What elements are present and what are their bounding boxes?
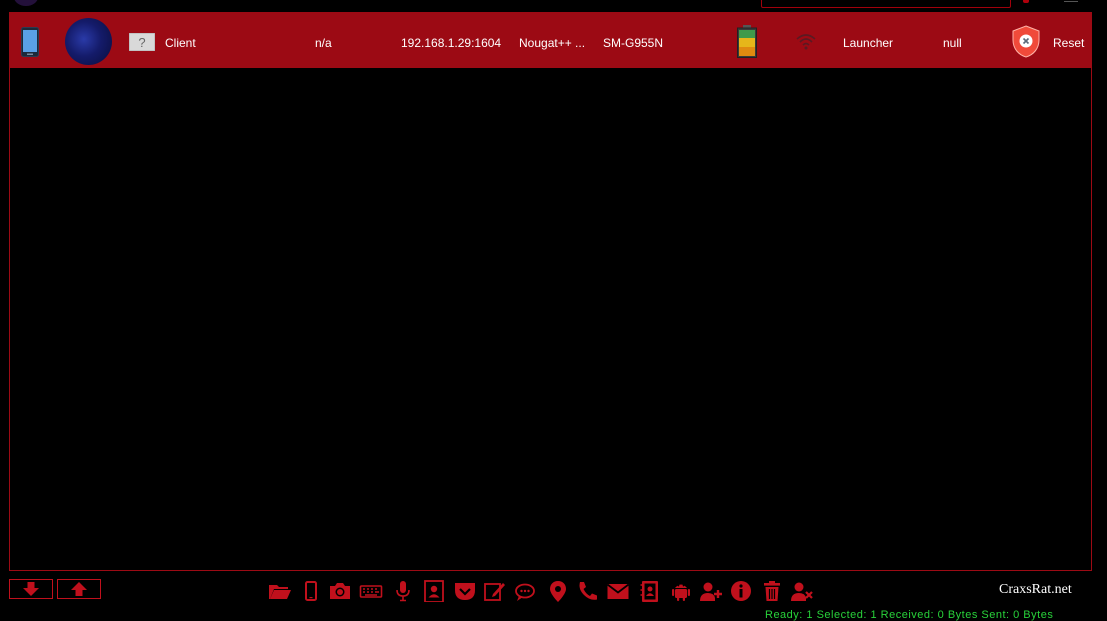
- client-current-app: Launcher: [843, 36, 894, 50]
- phone-call-icon[interactable]: [576, 580, 600, 602]
- battery-icon: [737, 25, 757, 58]
- brand-label[interactable]: CraxsRat.net: [999, 582, 1072, 598]
- microphone-icon[interactable]: [391, 580, 415, 602]
- client-country: n/a: [315, 36, 332, 50]
- edit-note-icon[interactable]: [483, 580, 507, 602]
- remove-user-icon[interactable]: [790, 580, 814, 602]
- mobile-phone-icon[interactable]: [299, 580, 323, 602]
- chat-bubbles-icon[interactable]: [514, 580, 538, 602]
- arrow-down-icon: [23, 582, 39, 596]
- status-bar: Ready: 1 Selected: 1 Received: 0 Bytes S…: [765, 609, 1054, 621]
- add-user-icon[interactable]: [699, 580, 723, 602]
- arrow-up-icon: [71, 582, 87, 596]
- client-android-version: Nougat++ ...: [519, 36, 586, 50]
- client-model: SM-G955N: [603, 36, 664, 50]
- scroll-down-button[interactable]: [9, 579, 53, 599]
- scroll-up-button[interactable]: [57, 579, 101, 599]
- pocket-icon[interactable]: [453, 580, 477, 602]
- unknown-flag-icon: ?: [129, 33, 155, 51]
- contact-card-icon[interactable]: [422, 580, 446, 602]
- client-action-reset[interactable]: Reset: [1053, 13, 1084, 68]
- phone-icon: [21, 27, 39, 57]
- info-icon[interactable]: [729, 580, 753, 602]
- camera-icon[interactable]: [328, 580, 352, 602]
- svg-text:?: ?: [138, 35, 145, 50]
- minimize-line-fragment: [1064, 1, 1078, 2]
- top-strip: [0, 0, 1107, 10]
- top-indicator: [1023, 0, 1029, 3]
- envelope-icon[interactable]: [606, 580, 630, 602]
- app-logo-fragment: [14, 0, 38, 6]
- trash-icon[interactable]: [760, 580, 784, 602]
- bottom-toolbar: CraxsRat.net Ready: 1 Selected: 1 Receiv…: [0, 574, 1107, 621]
- location-pin-icon[interactable]: [546, 580, 570, 602]
- client-name: Client: [165, 36, 196, 50]
- client-row[interactable]: ? Client n/a 192.168.1.29:1604 Nougat++ …: [10, 13, 1091, 68]
- wallpaper-thumbnail: [65, 18, 112, 65]
- wifi-signal-icon: [796, 34, 816, 50]
- client-list-panel: ? Client n/a 192.168.1.29:1604 Nougat++ …: [9, 12, 1092, 571]
- client-extra: null: [943, 36, 962, 50]
- search-box-fragment[interactable]: [761, 0, 1011, 8]
- address-book-icon[interactable]: [638, 580, 662, 602]
- client-ip-port: 192.168.1.29:1604: [401, 36, 502, 50]
- shield-icon: [1012, 25, 1040, 58]
- android-icon[interactable]: [669, 580, 693, 602]
- keyboard-icon[interactable]: [359, 580, 383, 602]
- folder-open-icon[interactable]: [268, 580, 292, 602]
